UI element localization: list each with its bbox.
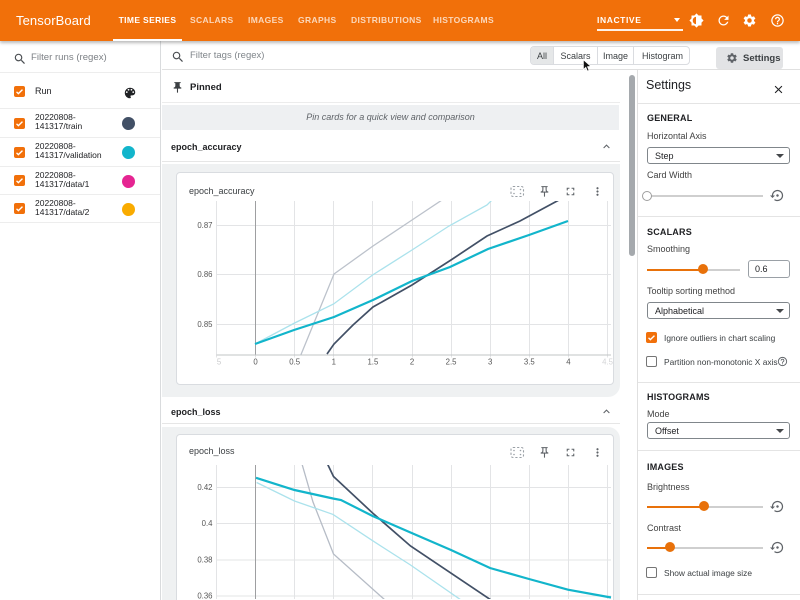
- svg-text:3: 3: [488, 358, 492, 367]
- svg-text:0.36: 0.36: [197, 592, 212, 600]
- svg-text:4: 4: [566, 358, 571, 367]
- svg-text:0.85: 0.85: [197, 320, 213, 329]
- svg-text:1: 1: [332, 358, 336, 367]
- svg-text:1.5: 1.5: [367, 358, 379, 367]
- svg-text:5: 5: [217, 358, 222, 367]
- svg-text:0: 0: [253, 358, 258, 367]
- svg-text:0.86: 0.86: [197, 270, 212, 279]
- svg-text:0.38: 0.38: [197, 556, 212, 565]
- svg-text:0.5: 0.5: [289, 358, 301, 367]
- svg-text:0.42: 0.42: [197, 483, 212, 492]
- svg-text:2: 2: [410, 358, 414, 367]
- svg-text:2.5: 2.5: [446, 358, 458, 367]
- svg-text:4.5: 4.5: [602, 358, 614, 367]
- svg-text:0.4: 0.4: [202, 519, 214, 528]
- svg-text:0.87: 0.87: [197, 221, 212, 230]
- svg-text:3.5: 3.5: [524, 358, 536, 367]
